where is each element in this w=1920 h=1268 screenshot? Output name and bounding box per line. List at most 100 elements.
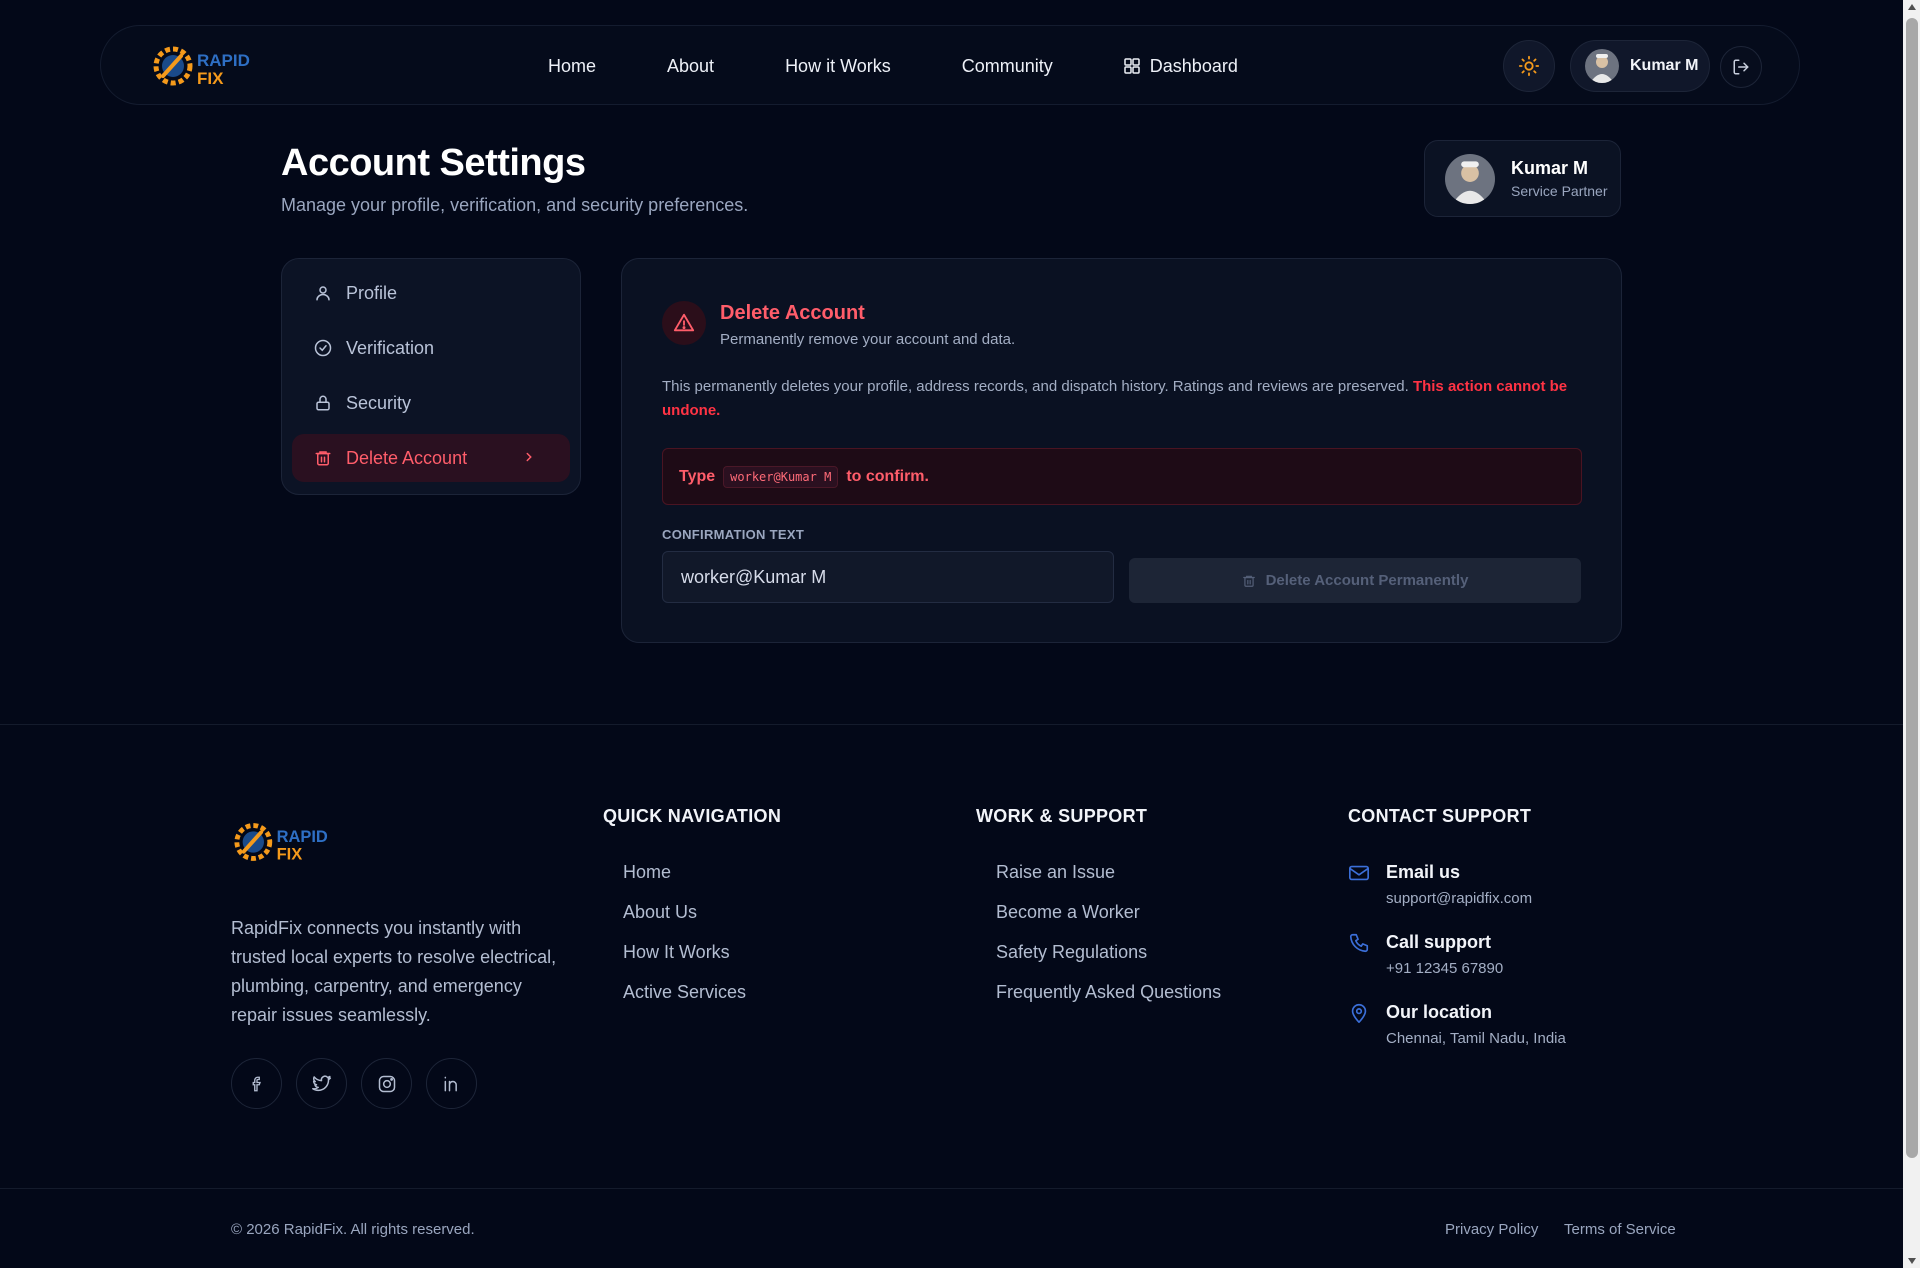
delete-button-label: Delete Account Permanently <box>1265 572 1469 589</box>
contact-location-value: Chennai, Tamil Nadu, India <box>1386 1030 1566 1047</box>
facebook-button[interactable] <box>231 1058 282 1109</box>
trash-icon <box>315 451 331 466</box>
instagram-icon <box>378 1075 395 1092</box>
map-pin-icon <box>1351 1003 1367 1023</box>
footer-rapidfix-logo[interactable]: RAPID FIX <box>232 818 358 866</box>
sidebar-item-label: Verification <box>346 337 435 358</box>
dashboard-grid-icon <box>1124 58 1140 74</box>
settings-sidebar: Profile Verification Security Delete Acc… <box>281 258 581 495</box>
social-links <box>231 1058 491 1109</box>
contact-phone[interactable]: Call support +91 12345 67890 <box>1348 932 1503 977</box>
nav-community-label: Community <box>961 55 1053 76</box>
instagram-button[interactable] <box>361 1058 412 1109</box>
delete-account-card: Delete Account Permanently remove your a… <box>621 258 1622 643</box>
footer-link-safety-regulations[interactable]: Safety Regulations <box>996 942 1221 982</box>
user-name: Kumar M <box>1630 57 1699 74</box>
footer-link-raise-issue[interactable]: Raise an Issue <box>996 862 1221 902</box>
footer-link-become-worker[interactable]: Become a Worker <box>996 902 1221 942</box>
confirm-code: worker@Kumar M <box>723 465 839 488</box>
logout-button[interactable] <box>1720 46 1762 88</box>
logo-text-fix: FIX <box>197 69 224 88</box>
logout-icon <box>1733 59 1749 75</box>
footer-link-about-us[interactable]: About Us <box>623 902 746 942</box>
contact-phone-value[interactable]: +91 12345 67890 <box>1386 960 1503 977</box>
footer-about-text: RapidFix connects you instantly with tru… <box>231 918 557 1025</box>
profile-role: Service Partner <box>1511 183 1608 199</box>
nav-how-it-works[interactable]: How it Works <box>785 56 891 77</box>
sidebar-item-verification[interactable]: Verification <box>292 324 570 372</box>
page-subtitle: Manage your profile, verification, and s… <box>281 195 749 215</box>
warning-badge <box>662 301 706 345</box>
user-menu-button[interactable]: Kumar M <box>1570 40 1710 92</box>
terms-of-service-link[interactable]: Terms of Service <box>1564 1221 1676 1238</box>
footer-link-how-it-works[interactable]: How It Works <box>623 942 746 982</box>
profile-summary-card: Kumar M Service Partner <box>1424 140 1621 217</box>
lock-icon <box>316 395 330 411</box>
contact-email-value[interactable]: support@rapidfix.com <box>1386 890 1532 907</box>
top-navbar: RAPID FIX Home About How it Works Commun… <box>100 25 1800 105</box>
footer-link-active-services[interactable]: Active Services <box>623 982 746 1022</box>
contact-location: Our location Chennai, Tamil Nadu, India <box>1348 1002 1566 1047</box>
nav-community[interactable]: Community <box>962 56 1053 77</box>
confirm-instruction: Type worker@Kumar M to confirm. <box>662 448 1582 505</box>
footer-logo-text-fix: FIX <box>277 845 303 863</box>
privacy-policy-link[interactable]: Privacy Policy <box>1445 1221 1538 1238</box>
footer-bottom-divider <box>0 1188 1903 1189</box>
contact-email[interactable]: Email us support@rapidfix.com <box>1348 862 1532 907</box>
sun-icon <box>1518 55 1540 77</box>
sidebar-item-label: Security <box>346 392 412 413</box>
scrollbar-thumb[interactable] <box>1906 18 1918 1158</box>
work-support-title: WORK & SUPPORT <box>976 806 1148 826</box>
description-text: This permanently deletes your profile, a… <box>662 378 1409 395</box>
quick-navigation-list: Home About Us How It Works Active Servic… <box>623 862 746 1022</box>
nav-about-label: About <box>667 55 715 76</box>
twitter-button[interactable] <box>296 1058 347 1109</box>
footer-link-home[interactable]: Home <box>623 862 746 902</box>
page-scrollbar[interactable] <box>1903 0 1920 1268</box>
sidebar-item-profile[interactable]: Profile <box>292 269 570 317</box>
user-icon <box>316 286 330 301</box>
contact-support-title: CONTACT SUPPORT <box>1348 806 1532 826</box>
linkedin-button[interactable] <box>426 1058 477 1109</box>
copyright-text: © 2026 RapidFix. All rights reserved. <box>231 1221 475 1238</box>
logo-text-rapid: RAPID <box>197 51 250 70</box>
linkedin-icon <box>444 1076 457 1091</box>
facebook-icon <box>252 1076 261 1091</box>
nav-dashboard[interactable]: Dashboard <box>1124 56 1238 77</box>
main-nav: Home About How it Works Community Dashbo… <box>548 26 1238 106</box>
quick-navigation-title: QUICK NAVIGATION <box>603 806 782 826</box>
confirmation-input[interactable] <box>662 551 1114 603</box>
warning-triangle-icon <box>673 313 695 332</box>
delete-account-permanently-button[interactable]: Delete Account Permanently <box>1129 558 1581 603</box>
card-subtitle: Permanently remove your account and data… <box>720 331 1016 348</box>
confirm-prefix: Type <box>679 467 716 485</box>
scroll-up-arrow-icon[interactable] <box>1908 4 1916 10</box>
contact-location-label: Our location <box>1386 1002 1493 1022</box>
nav-home-label: Home <box>548 55 597 76</box>
check-circle-icon <box>314 339 332 357</box>
sidebar-item-security[interactable]: Security <box>292 379 570 427</box>
sidebar-item-delete-account[interactable]: Delete Account <box>292 434 570 482</box>
card-title: Delete Account <box>720 302 865 324</box>
sidebar-item-label: Profile <box>346 282 398 303</box>
avatar <box>1585 49 1619 83</box>
theme-toggle-button[interactable] <box>1503 40 1555 92</box>
page-title: Account Settings <box>281 142 586 184</box>
contact-phone-label: Call support <box>1386 932 1492 952</box>
confirm-suffix: to confirm. <box>846 467 929 485</box>
nav-how-it-works-label: How it Works <box>785 55 891 76</box>
scroll-down-arrow-icon[interactable] <box>1908 1258 1916 1264</box>
nav-dashboard-label: Dashboard <box>1149 55 1238 76</box>
card-description: This permanently deletes your profile, a… <box>662 375 1602 423</box>
nav-home[interactable]: Home <box>548 56 596 77</box>
rapidfix-logo[interactable]: RAPID FIX <box>151 42 281 90</box>
sidebar-item-label: Delete Account <box>346 447 468 468</box>
footer-logo-text-rapid: RAPID <box>277 828 328 846</box>
contact-email-label: Email us <box>1386 862 1461 882</box>
mail-icon <box>1349 865 1369 881</box>
nav-about[interactable]: About <box>667 56 714 77</box>
confirmation-field-label: CONFIRMATION TEXT <box>662 527 805 542</box>
chevron-right-icon <box>526 452 532 462</box>
profile-name: Kumar M <box>1511 158 1589 178</box>
footer-link-faq[interactable]: Frequently Asked Questions <box>996 982 1221 1022</box>
